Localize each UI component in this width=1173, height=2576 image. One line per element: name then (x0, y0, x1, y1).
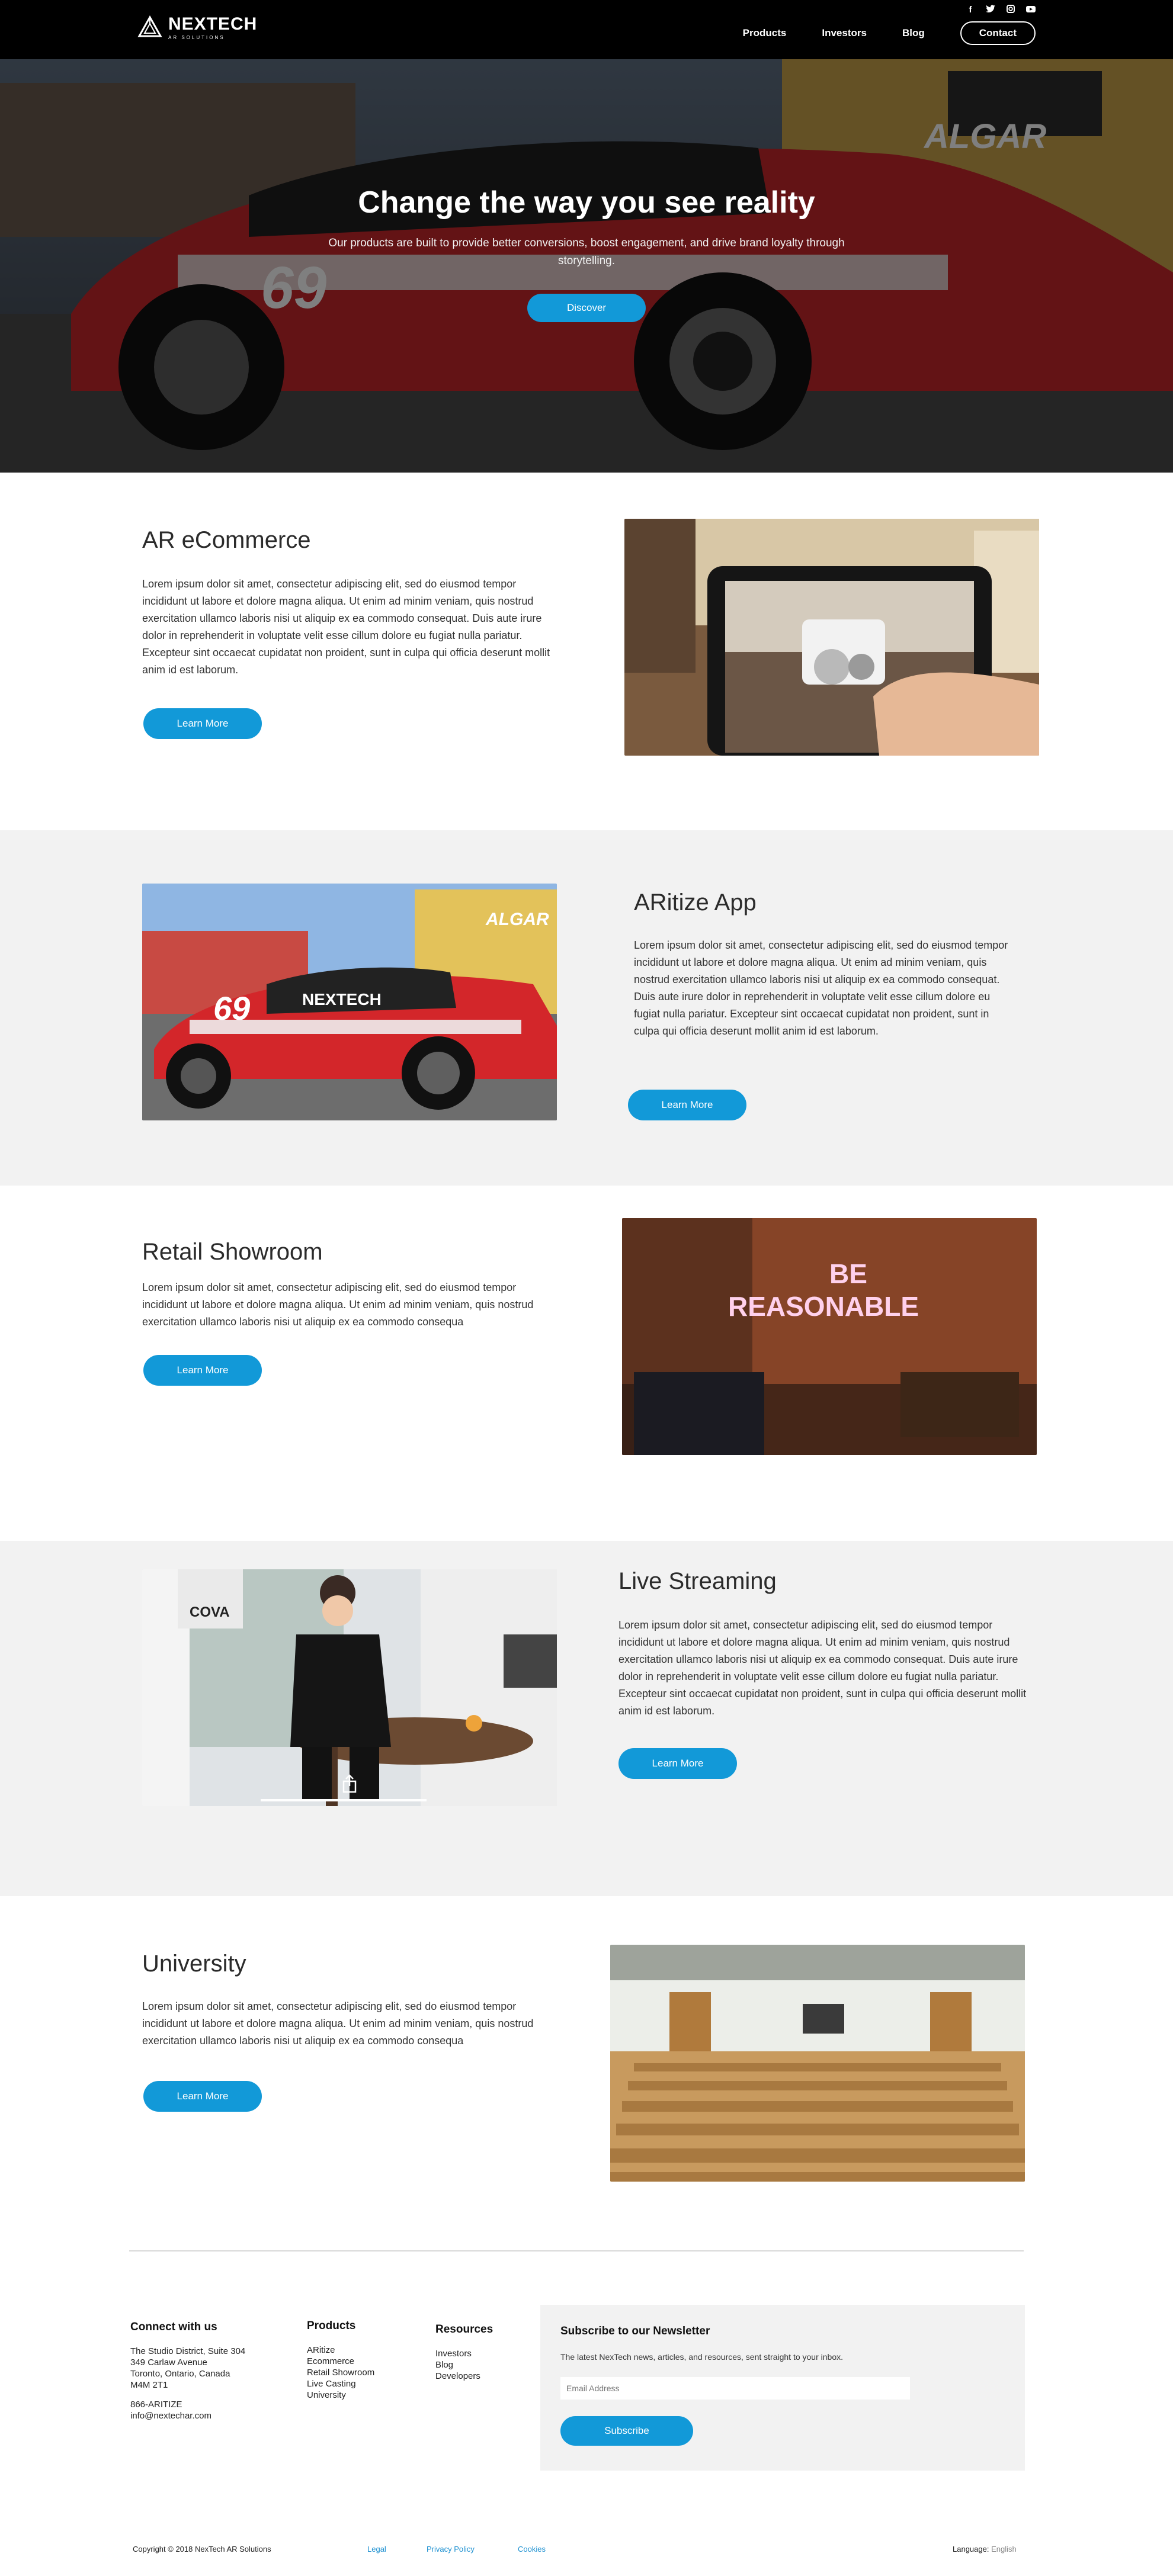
legal-link-wrap: Legal (367, 2545, 386, 2553)
footer-link[interactable]: ARitize (307, 2344, 374, 2356)
footer-connect-title: Connect with us (130, 2321, 217, 2333)
copyright: Copyright © 2018 NexTech AR Solutions (133, 2545, 271, 2553)
cookies-link[interactable]: Cookies (518, 2545, 546, 2553)
neon-sign-image: BE REASONABLE (622, 1218, 1037, 1455)
section-title: University (142, 1951, 246, 1977)
footer-link[interactable]: Ecommerce (307, 2356, 374, 2367)
language-value[interactable]: English (991, 2545, 1017, 2553)
learn-more-button[interactable]: Learn More (143, 1355, 262, 1386)
section-retail-showroom: Retail Showroom Lorem ipsum dolor sit am… (0, 1186, 1173, 1541)
section-title: Live Streaming (618, 1568, 777, 1594)
hero-subtitle: Our products are built to provide better… (328, 237, 845, 267)
learn-more-button[interactable]: Learn More (628, 1090, 746, 1120)
instagram-icon[interactable] (1006, 5, 1015, 15)
car-sponsor-text: ALGAR (485, 910, 549, 929)
learn-more-button[interactable]: Learn More (618, 1748, 737, 1779)
section-body: Lorem ipsum dolor sit amet, consectetur … (142, 2000, 534, 2047)
main-menu: Products Investors Blog Contact (707, 21, 1036, 45)
nav-investors[interactable]: Investors (822, 27, 867, 39)
social-links: f (966, 5, 1036, 15)
discover-button[interactable]: Discover (527, 294, 646, 322)
share-icon[interactable] (339, 1773, 360, 1794)
footer-divider (129, 2250, 1024, 2251)
footer-resources: Resources Investors Blog Developers (435, 2324, 493, 2382)
car-brand-text: NEXTECH (302, 990, 382, 1008)
newsletter-description: The latest NexTech news, articles, and r… (560, 2352, 844, 2362)
section-aritize-app: ALGAR 69 NEXTECH ARitize App Lorem ipsum… (0, 830, 1173, 1186)
youtube-icon[interactable] (1026, 5, 1036, 15)
section-ar-ecommerce: AR eCommerce Lorem ipsum dolor sit amet,… (0, 473, 1173, 830)
footer-products: Products ARitize Ecommerce Retail Showro… (307, 2320, 374, 2401)
tablet-ar-image (624, 519, 1039, 756)
phone-link[interactable]: 866-ARITIZE (130, 2399, 245, 2410)
nextech-logo-icon (137, 15, 162, 37)
live-stream-video[interactable]: COVA (142, 1569, 557, 1806)
newsletter-title: Subscribe to our Newsletter (560, 2325, 710, 2337)
brand-name: NEXTECH (168, 14, 258, 34)
learn-more-button[interactable]: Learn More (143, 708, 262, 739)
footer-link[interactable]: Live Casting (307, 2378, 374, 2389)
lecture-hall-image (610, 1945, 1025, 2182)
section-body: Lorem ipsum dolor sit amet, consectetur … (634, 939, 1008, 1037)
footer-link[interactable]: Blog (435, 2359, 493, 2371)
section-body: Lorem ipsum dolor sit amet, consectetur … (142, 1281, 534, 1328)
top-nav: NEXTECH AR SOLUTIONS f Products Investor… (0, 0, 1173, 59)
privacy-policy-link[interactable]: Privacy Policy (427, 2545, 475, 2553)
address-line: The Studio District, Suite 304 (130, 2346, 246, 2356)
footer-link[interactable]: Developers (435, 2371, 493, 2382)
section-title: ARitize App (634, 889, 757, 916)
footer-connect: Connect with us The Studio District, Sui… (130, 2321, 245, 2421)
section-live-streaming: COVA Live Streaming Lorem ipsum dolor si… (0, 1541, 1173, 1896)
cova-logo-text: COVA (190, 1604, 230, 1620)
address-line: Toronto, Ontario, Canada (130, 2369, 230, 2379)
facebook-icon[interactable]: f (966, 5, 975, 15)
car-number-text: 69 (213, 990, 250, 1027)
language-label: Language: (953, 2545, 989, 2553)
email-input[interactable] (560, 2377, 910, 2400)
footer-resources-title: Resources (435, 2323, 493, 2336)
subscribe-button[interactable]: Subscribe (560, 2416, 693, 2446)
section-university: University Lorem ipsum dolor sit amet, c… (0, 1896, 1173, 2228)
footer-link[interactable]: Investors (435, 2348, 493, 2359)
neon-sign-line2: REASONABLE (728, 1291, 919, 1322)
learn-more-button[interactable]: Learn More (143, 2081, 262, 2112)
newsletter-box: Subscribe to our Newsletter The latest N… (540, 2305, 1025, 2471)
contact-button[interactable]: Contact (960, 21, 1036, 45)
neon-sign-line1: BE (829, 1258, 867, 1289)
footer-link[interactable]: Retail Showroom (307, 2367, 374, 2378)
section-title: Retail Showroom (142, 1239, 323, 1265)
brand-logo[interactable]: NEXTECH AR SOLUTIONS (137, 15, 257, 40)
section-body: Lorem ipsum dolor sit amet, consectetur … (618, 1619, 1027, 1717)
hero-title: Change the way you see reality (358, 185, 815, 220)
car-app-image: ALGAR 69 NEXTECH (142, 884, 557, 1120)
privacy-link-wrap: Privacy Policy (427, 2545, 475, 2553)
cookies-link-wrap: Cookies (518, 2545, 546, 2553)
brand-tagline: AR SOLUTIONS (168, 35, 225, 40)
twitter-icon[interactable] (986, 5, 995, 15)
footer-link[interactable]: University (307, 2389, 374, 2401)
footer-products-title: Products (307, 2320, 356, 2332)
email-link[interactable]: info@nextechar.com (130, 2410, 245, 2421)
address-line: 349 Carlaw Avenue (130, 2357, 207, 2368)
legal-link[interactable]: Legal (367, 2545, 386, 2553)
section-body: Lorem ipsum dolor sit amet, consectetur … (142, 578, 550, 676)
hero-banner: ALGAR 69 Change the way you see reality … (0, 59, 1173, 473)
language-selector[interactable]: Language: English (953, 2545, 1017, 2553)
section-title: AR eCommerce (142, 527, 311, 553)
nav-blog[interactable]: Blog (902, 27, 925, 39)
nav-products[interactable]: Products (743, 27, 787, 39)
address-line: M4M 2T1 (130, 2380, 168, 2390)
